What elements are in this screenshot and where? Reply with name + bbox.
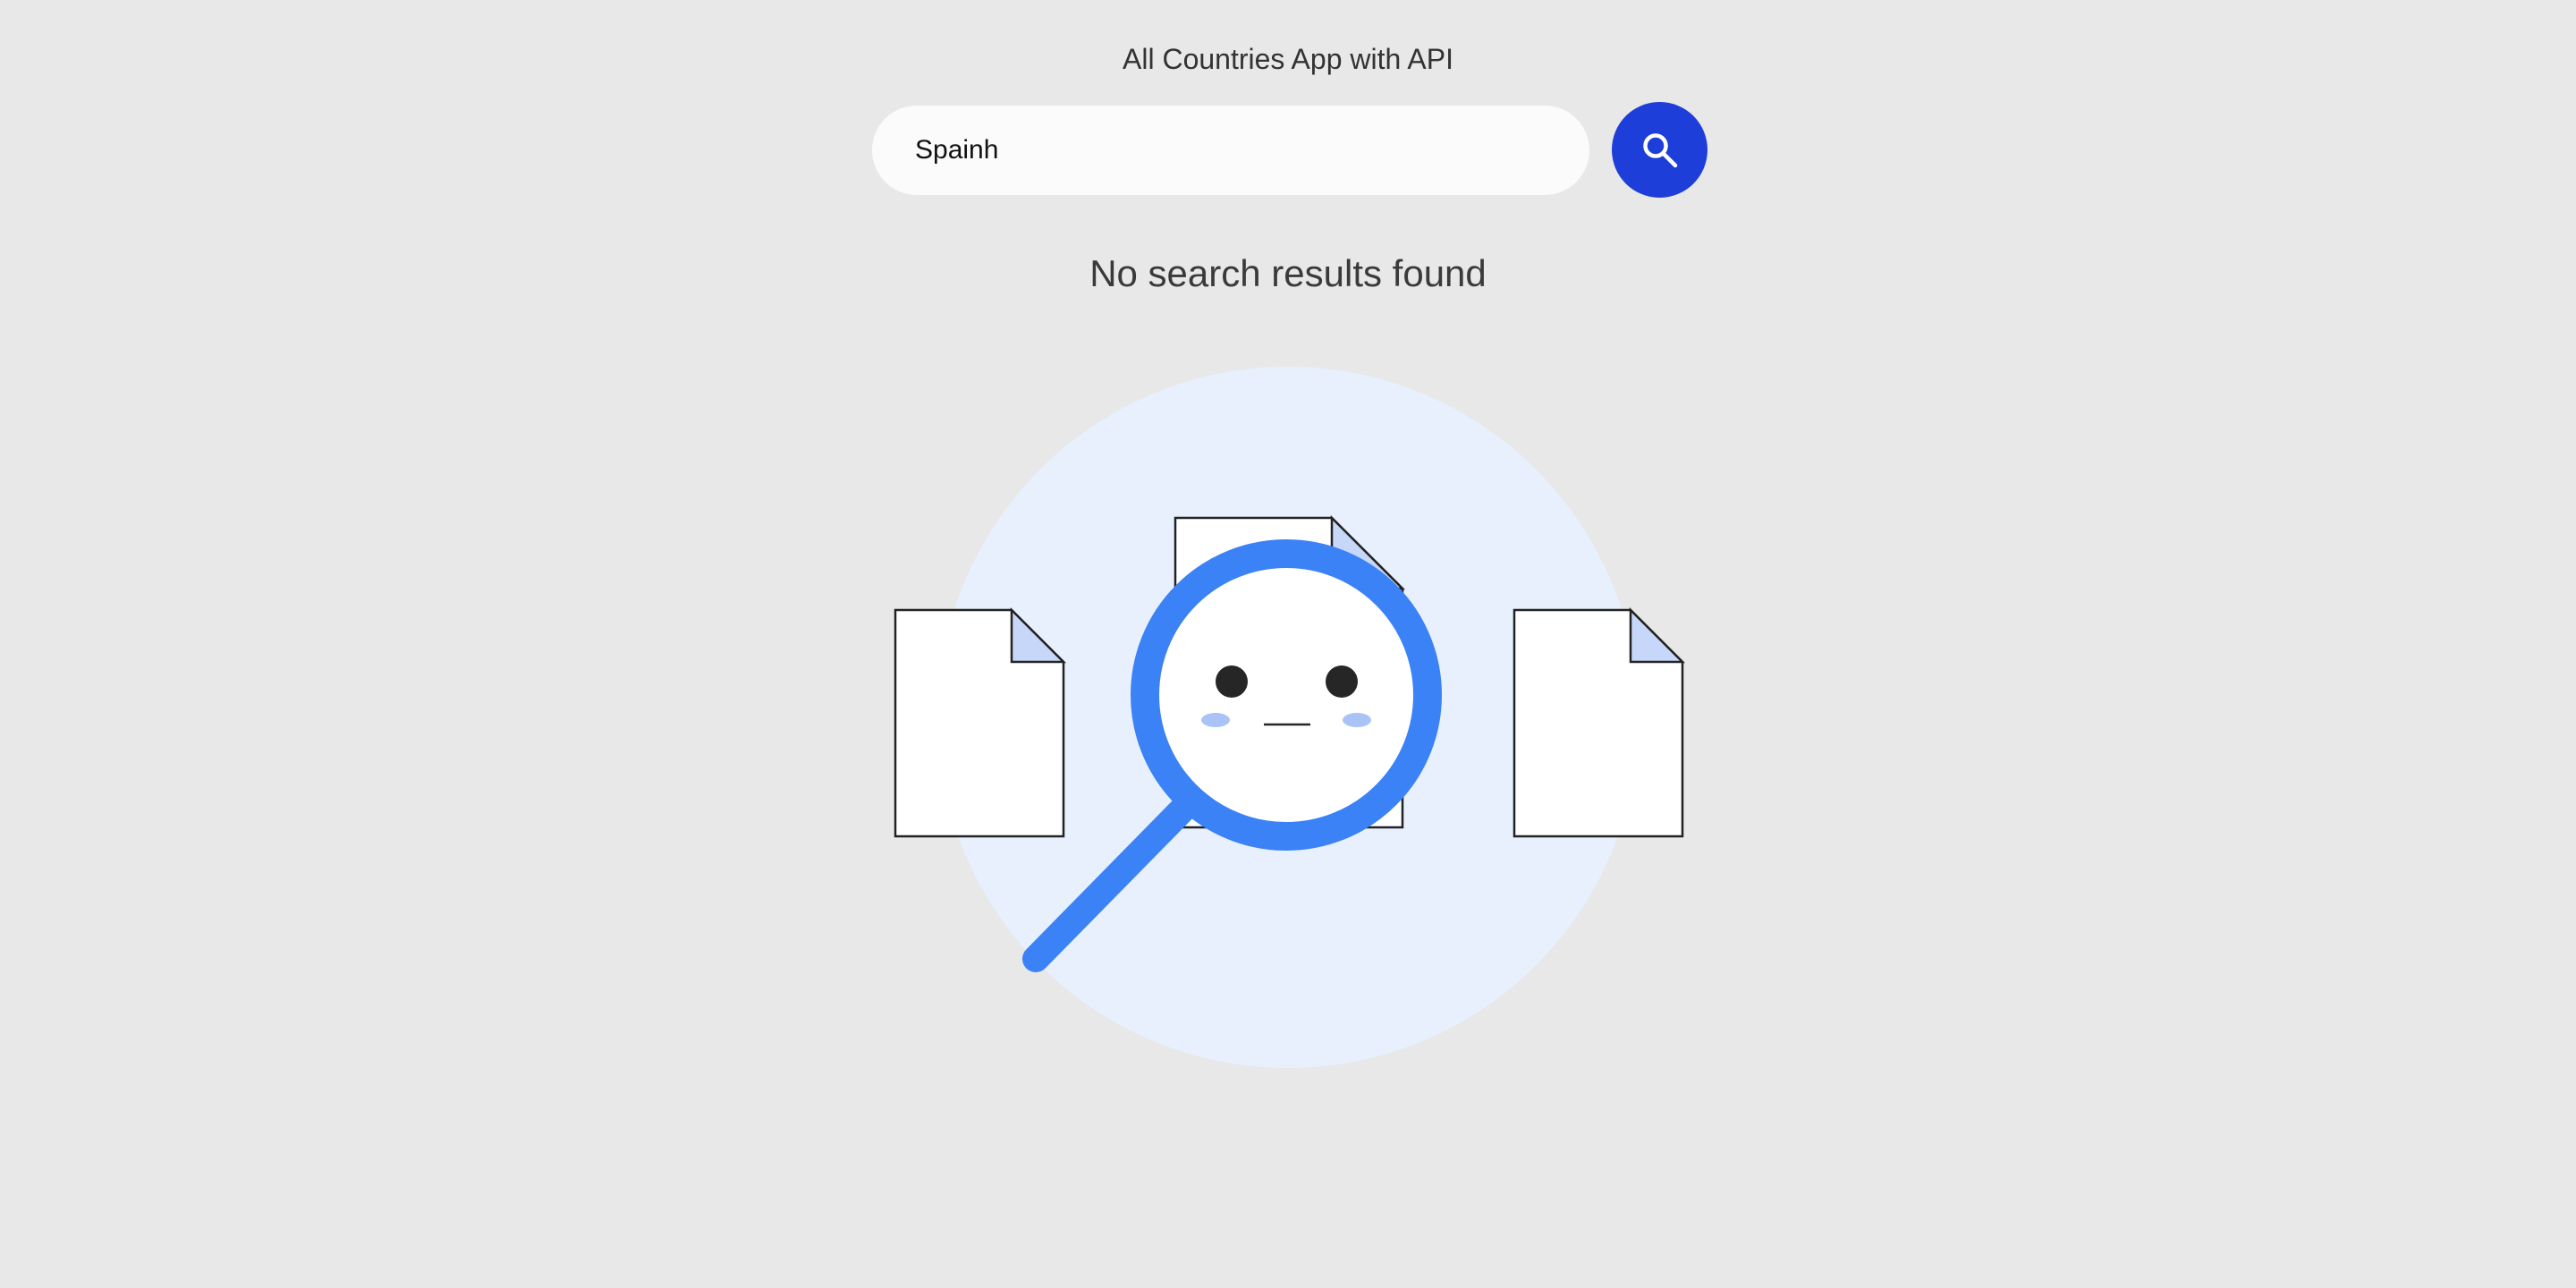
document-left-icon — [894, 606, 1067, 838]
search-input[interactable] — [915, 135, 1546, 165]
search-icon — [1642, 132, 1677, 167]
document-right-icon — [1513, 606, 1686, 838]
app-title: All Countries App with API — [1123, 43, 1453, 75]
search-button[interactable] — [1612, 102, 1707, 198]
search-box[interactable] — [872, 106, 1589, 195]
empty-search-illustration — [886, 362, 1690, 1096]
no-results-message: No search results found — [1089, 252, 1487, 294]
